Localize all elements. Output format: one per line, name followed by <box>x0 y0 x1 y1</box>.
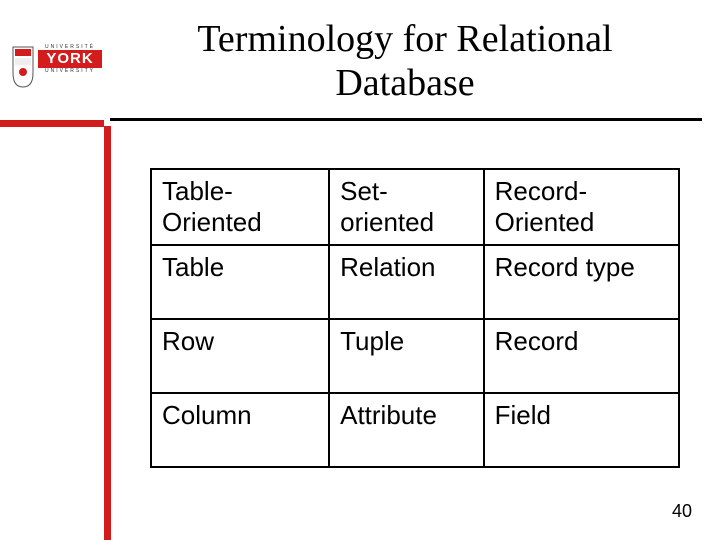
table-row: Table-Oriented Set-oriented Record-Orien… <box>151 169 679 245</box>
terminology-table: Table-Oriented Set-oriented Record-Orien… <box>150 168 680 468</box>
table-header-cell: Record-Oriented <box>484 169 679 245</box>
accent-bar-vertical <box>104 126 111 540</box>
table-cell: Relation <box>329 245 484 319</box>
crest-icon <box>12 46 34 88</box>
york-logo: UNIVERSITÉ YORK UNIVERSITY <box>12 44 102 90</box>
slide: UNIVERSITÉ YORK UNIVERSITY Terminology f… <box>0 0 720 540</box>
logo-main: YORK <box>38 50 102 68</box>
table-cell: Tuple <box>329 319 484 393</box>
table-cell: Field <box>484 393 679 467</box>
page-number: 40 <box>672 501 692 522</box>
table-cell: Attribute <box>329 393 484 467</box>
logo-bottom-label: UNIVERSITY <box>38 68 102 74</box>
table-row: Row Tuple Record <box>151 319 679 393</box>
table-header-cell: Set-oriented <box>329 169 484 245</box>
slide-title: Terminology for Relational Database <box>130 18 680 105</box>
table-row: Column Attribute Field <box>151 393 679 467</box>
table-header-cell: Table-Oriented <box>151 169 329 245</box>
accent-bar-horizontal <box>0 120 104 127</box>
table-cell: Record <box>484 319 679 393</box>
table-cell: Row <box>151 319 329 393</box>
table-cell: Table <box>151 245 329 319</box>
title-underline <box>110 118 702 121</box>
table-row: Table Relation Record type <box>151 245 679 319</box>
table-cell: Record type <box>484 245 679 319</box>
table-cell: Column <box>151 393 329 467</box>
